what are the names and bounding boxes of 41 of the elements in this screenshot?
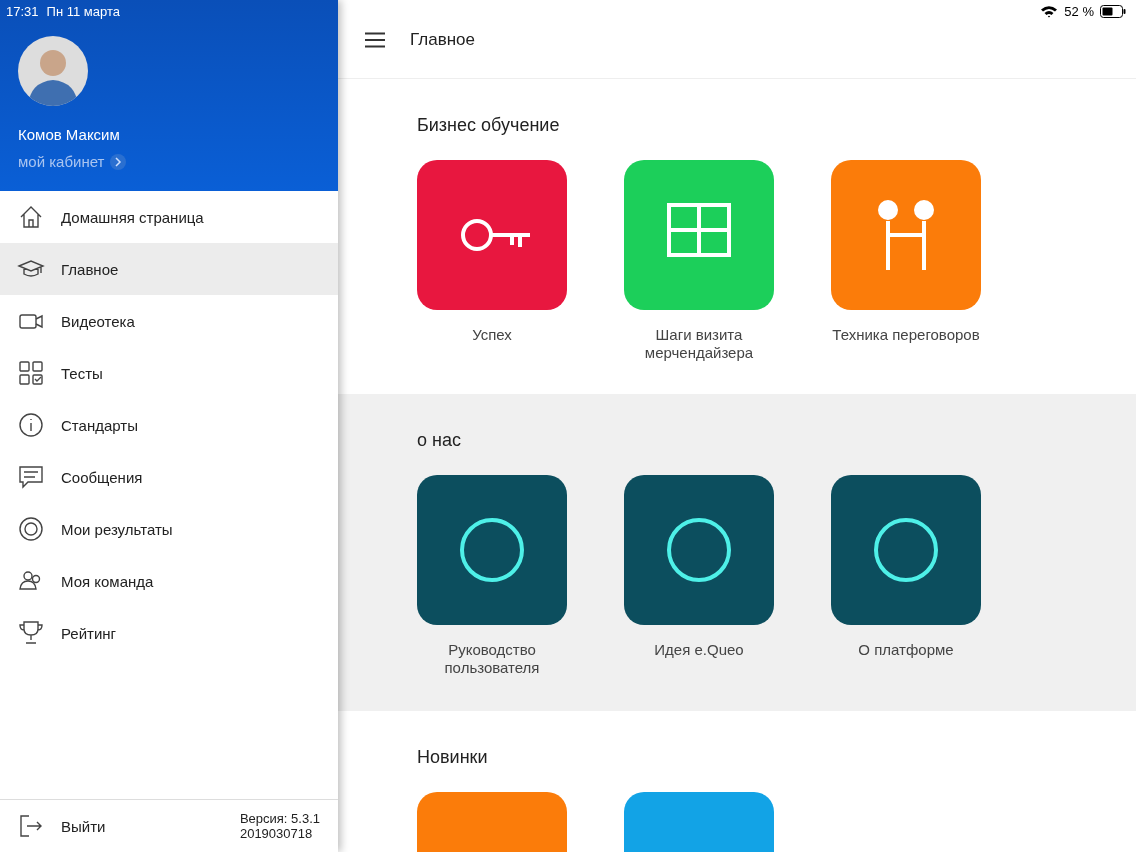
section-title: о нас [417,430,462,451]
wifi-icon [1040,5,1059,18]
section-title: Бизнес обучение [417,115,561,136]
course-tile[interactable] [831,160,981,310]
menu-item[interactable]: Домашняя страница [0,191,338,243]
menu-icon [17,619,45,647]
tile-label: Шаги визита мерчендайзера [643,326,755,362]
menu-item[interactable]: Сообщения [0,451,338,503]
menu-item[interactable]: Рейтинг [0,607,338,659]
section-title: Новинки [417,747,489,768]
chevron-icon [110,153,127,170]
tile-label: О платформе [857,641,955,659]
status-date: Пн 11 марта [46,3,120,19]
tile-label: Руководство пользователя [443,641,541,677]
menu-item[interactable]: Тесты [0,347,338,399]
course-tile[interactable] [831,475,981,625]
tile-label: Идея e.Queo [653,641,745,659]
tile-label: Успех [471,326,513,344]
course-tile[interactable] [624,160,774,310]
menu-icon [17,411,45,439]
menu-item[interactable]: Моя команда [0,555,338,607]
course-tile[interactable] [624,475,774,625]
tile-label: Техника переговоров [831,326,981,344]
logout-button[interactable]: Выйти [0,800,240,852]
course-tile[interactable] [417,475,567,625]
battery-percent: 52 % [1064,4,1094,19]
user-name: Комов Максим [18,126,121,143]
battery-icon [1100,5,1126,18]
version-text: 2019030718 [239,826,314,841]
course-tile[interactable] [417,160,567,310]
menu-item[interactable]: Главное [0,243,338,295]
menu-item[interactable]: Мои результаты [0,503,338,555]
version-text: Версия: 5.3.1 [239,811,320,826]
menu-icon[interactable] [364,31,386,48]
menu-item[interactable]: Видеотека [0,295,338,347]
menu-item[interactable]: Стандарты [0,399,338,451]
menu-icon [17,359,45,387]
menu-icon [17,463,45,491]
menu-icon [17,515,45,543]
page-title: Главное [410,29,475,50]
status-time: 17:31 [6,3,39,19]
